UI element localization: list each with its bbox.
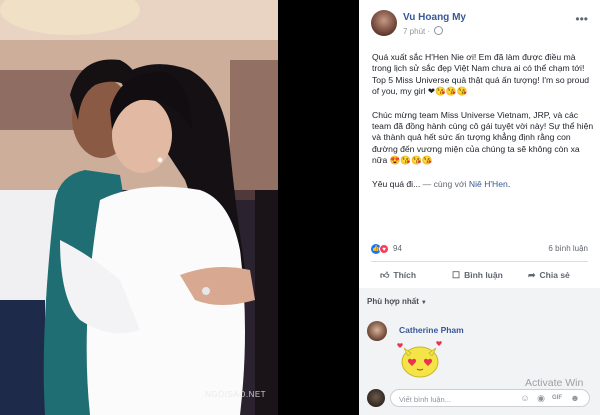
composer-icons: ☺ ◉ GIF ☻ bbox=[520, 393, 584, 404]
photo-illustration bbox=[0, 0, 278, 415]
commenter-avatar[interactable] bbox=[367, 321, 387, 341]
author-avatar[interactable] bbox=[371, 10, 397, 36]
paragraph-3-start: Yêu quá đi... bbox=[372, 178, 421, 189]
camera-icon[interactable]: ◉ bbox=[536, 393, 546, 403]
globe-icon bbox=[434, 26, 444, 35]
post-body: Quá xuất sắc H'Hen Nie ơi! Em đã làm đượ… bbox=[372, 52, 594, 202]
comments-section: Phù hợp nhất▼ Catherine Pham ☺ ◉ GIF ☻ bbox=[359, 288, 600, 415]
share-button[interactable]: ➦ Chia sẻ bbox=[528, 265, 570, 285]
comment-count[interactable]: 6 bình luận bbox=[548, 244, 588, 253]
divider-top bbox=[371, 261, 588, 262]
post-paragraph-1: Quá xuất sắc H'Hen Nie ơi! Em đã làm đượ… bbox=[372, 52, 590, 97]
more-icon[interactable]: ••• bbox=[575, 12, 588, 26]
emoji-icon[interactable]: ☺ bbox=[520, 393, 530, 403]
comment-input[interactable] bbox=[397, 392, 519, 406]
post-panel: Vu Hoang My 7 phút · ••• Quá xuất sắc H'… bbox=[359, 0, 600, 415]
comment-icon: ☐ bbox=[452, 270, 461, 280]
sticker-icon[interactable]: ☻ bbox=[570, 393, 580, 403]
post-time[interactable]: 7 phút bbox=[403, 27, 425, 36]
reaction-icons[interactable]: 👍 ♥ bbox=[371, 243, 393, 255]
reactions-bar: 👍 ♥ 94 6 bình luận bbox=[371, 243, 588, 257]
author-name[interactable]: Vu Hoang My bbox=[403, 12, 466, 23]
comment-sort-dropdown[interactable]: Phù hợp nhất ▼ bbox=[367, 297, 427, 306]
sticker-image bbox=[397, 341, 442, 378]
post-meta: 7 phút · bbox=[403, 26, 444, 36]
comment-composer[interactable]: ☺ ◉ GIF ☻ bbox=[390, 389, 590, 407]
reaction-count[interactable]: 94 bbox=[393, 244, 402, 253]
composer-avatar bbox=[367, 389, 385, 407]
comment-label: Bình luận bbox=[464, 270, 503, 280]
commenter-name[interactable]: Catherine Pham bbox=[399, 325, 464, 335]
with-label: — cùng với bbox=[422, 178, 467, 189]
post-paragraph-3: Yêu quá đi... — cùng với Niê H'Hen. bbox=[372, 179, 594, 190]
action-bar: 👍︎ Thích ☐ Bình luận ➦ Chia sẻ bbox=[371, 265, 588, 285]
chevron-down-icon: ▼ bbox=[420, 300, 427, 306]
comment-button[interactable]: ☐ Bình luận bbox=[452, 265, 503, 285]
share-icon: ➦ bbox=[528, 270, 536, 280]
like-outline-icon: 👍︎ bbox=[380, 270, 390, 280]
photo-watermark: NGOISAO.NET bbox=[205, 390, 267, 399]
sort-label: Phù hợp nhất bbox=[367, 297, 419, 306]
post-photo[interactable]: NGOISAO.NET bbox=[0, 0, 278, 415]
paragraph-3-end: . bbox=[507, 178, 511, 189]
gif-icon[interactable]: GIF bbox=[552, 393, 562, 403]
like-label: Thích bbox=[393, 270, 417, 280]
post-header: Vu Hoang My 7 phút · ••• bbox=[359, 0, 600, 44]
activate-windows-watermark: Activate Win bbox=[525, 377, 584, 389]
love-icon: ♥ bbox=[379, 244, 389, 254]
meta-separator: · bbox=[427, 27, 433, 36]
tagged-person-link[interactable]: Niê H'Hen bbox=[469, 179, 508, 189]
post-paragraph-2: Chúc mừng team Miss Universe Vietnam, JR… bbox=[372, 109, 594, 166]
share-label: Chia sẻ bbox=[539, 270, 570, 280]
like-button[interactable]: 👍︎ Thích bbox=[380, 265, 416, 285]
